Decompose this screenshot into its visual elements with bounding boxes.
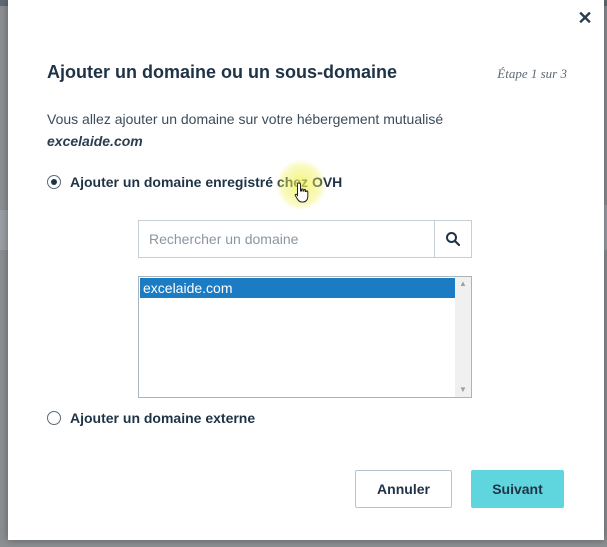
scroll-up-icon[interactable]: ▲ xyxy=(455,277,471,291)
next-button[interactable]: Suivant xyxy=(471,470,564,508)
dialog-header: ✕ xyxy=(8,0,604,36)
hand-cursor-icon xyxy=(294,182,309,203)
dialog-title: Ajouter un domaine ou un sous-domaine xyxy=(47,62,398,82)
search-icon xyxy=(446,232,461,247)
radio-ovh-domain[interactable] xyxy=(47,175,61,189)
listbox-scrollbar[interactable]: ▲ ▼ xyxy=(455,277,471,397)
list-item[interactable]: excelaide.com xyxy=(140,278,455,298)
title-row: Ajouter un domaine ou un sous-domaine Ét… xyxy=(47,62,567,83)
domain-listbox[interactable]: excelaide.com ▲ ▼ xyxy=(138,276,472,398)
cancel-button[interactable]: Annuler xyxy=(355,470,452,508)
scroll-down-icon[interactable]: ▼ xyxy=(455,383,471,397)
option-external-domain[interactable]: Ajouter un domaine externe xyxy=(47,410,255,426)
domain-search xyxy=(138,220,472,258)
step-indicator: Étape 1 sur 3 xyxy=(497,66,567,81)
add-domain-dialog: ✕ Ajouter un domaine ou un sous-domaine … xyxy=(8,0,604,540)
intro-text: Vous allez ajouter un domaine sur votre … xyxy=(47,108,567,152)
close-icon[interactable]: ✕ xyxy=(574,7,596,29)
radio-external-domain[interactable] xyxy=(47,411,61,425)
hosting-domain: excelaide.com xyxy=(47,133,143,149)
search-button[interactable] xyxy=(434,221,471,257)
option-external-label: Ajouter un domaine externe xyxy=(70,410,256,426)
intro-sentence: Vous allez ajouter un domaine sur votre … xyxy=(47,111,444,127)
search-input[interactable] xyxy=(139,221,434,257)
